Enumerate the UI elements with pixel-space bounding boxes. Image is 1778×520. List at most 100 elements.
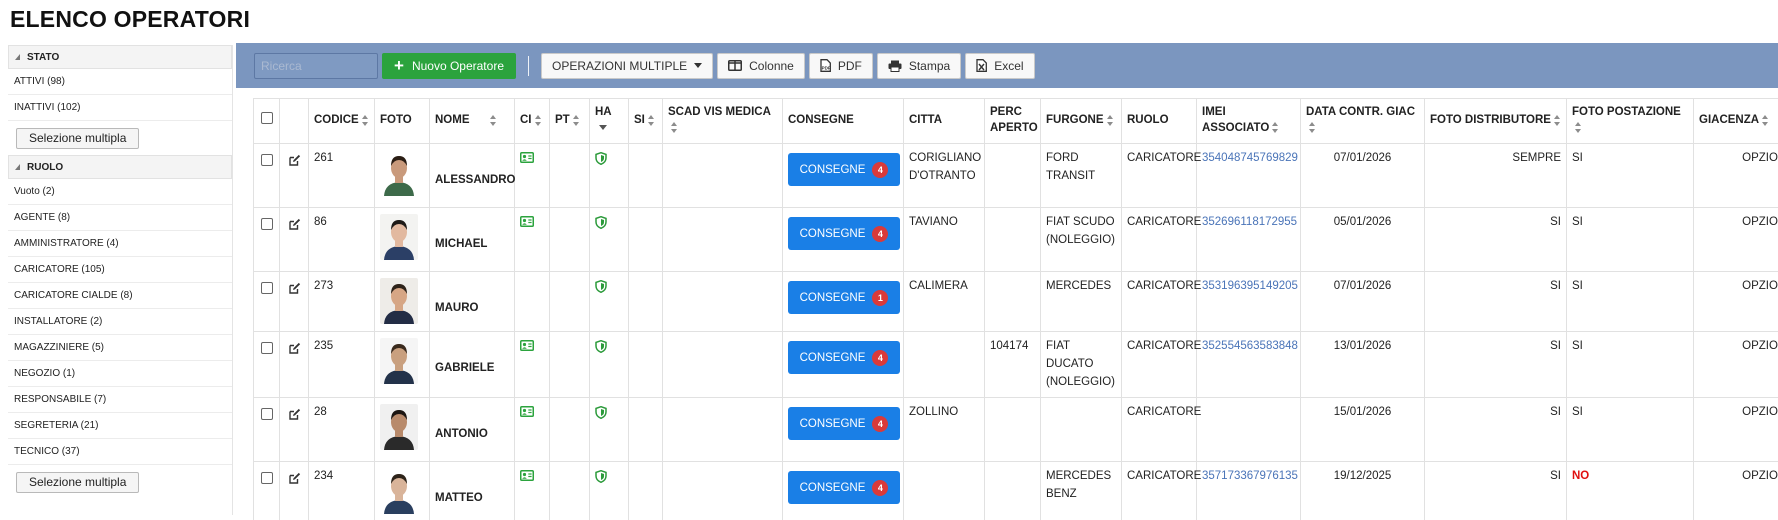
id-card-icon[interactable] bbox=[520, 340, 534, 358]
sort-icon[interactable] bbox=[572, 114, 580, 126]
sort-icon[interactable] bbox=[361, 114, 369, 126]
sort-desc-icon[interactable] bbox=[599, 125, 607, 131]
header-ci[interactable]: CI bbox=[514, 98, 550, 144]
imei-link[interactable]: 354048745769829 bbox=[1202, 152, 1298, 164]
columns-button[interactable]: Colonne bbox=[717, 52, 805, 79]
select-all-checkbox[interactable] bbox=[261, 112, 273, 125]
ruolo-multi-select-button[interactable]: Selezione multipla bbox=[16, 471, 140, 493]
row-checkbox[interactable] bbox=[261, 282, 273, 294]
shield-icon[interactable] bbox=[595, 470, 607, 490]
search-input[interactable] bbox=[254, 52, 378, 79]
operator-photo[interactable] bbox=[380, 468, 418, 515]
shield-icon[interactable] bbox=[595, 279, 607, 300]
table-row[interactable]: 235 GABRIELE CONSEGNE 4 104174 FIAT DUCATO (NO… bbox=[253, 330, 1778, 399]
stato-multi-select-button[interactable]: Selezione multipla bbox=[16, 127, 140, 149]
header-imei[interactable]: IMEI ASSOCIATO bbox=[1196, 98, 1301, 144]
filter-item-tecnico[interactable]: TECNICO (37) bbox=[8, 439, 232, 465]
id-card-icon[interactable] bbox=[520, 152, 534, 170]
table-row[interactable]: 28 ANTONIO CONSEGNE 4 ZOLLINO CARICATORE 15/01… bbox=[253, 397, 1778, 463]
filter-item-responsabile[interactable]: RESPONSABILE (7) bbox=[8, 387, 232, 413]
consegne-button[interactable]: CONSEGNE 1 bbox=[788, 281, 900, 314]
filter-item-segreteria[interactable]: SEGRETERIA (21) bbox=[8, 413, 232, 439]
imei-link[interactable]: 352696118172955 bbox=[1202, 216, 1297, 228]
multi-ops-dropdown[interactable]: OPERAZIONI MULTIPLE bbox=[541, 52, 714, 79]
sort-icon[interactable] bbox=[1575, 122, 1582, 134]
shield-icon[interactable] bbox=[595, 339, 607, 360]
ruolo-header[interactable]: RUOLO bbox=[8, 155, 232, 179]
filter-item-inattivi[interactable]: INATTIVI (102) bbox=[8, 95, 232, 121]
header-select-all[interactable] bbox=[253, 98, 280, 144]
table-row[interactable]: 273 MAURO CONSEGNE 1 CALIMERA MERCEDES CARICAT… bbox=[253, 271, 1778, 332]
pdf-button[interactable]: PDF PDF bbox=[808, 52, 873, 79]
operator-photo[interactable] bbox=[380, 214, 418, 260]
consegne-button[interactable]: CONSEGNE 4 bbox=[788, 407, 900, 441]
sort-icon[interactable] bbox=[1553, 114, 1561, 126]
imei-link[interactable]: 352554563583848 bbox=[1202, 340, 1298, 352]
shield-icon[interactable] bbox=[595, 215, 607, 236]
header-data[interactable]: DATA CONTR. GIAC bbox=[1300, 98, 1425, 144]
header-nome[interactable]: NOME bbox=[429, 98, 515, 144]
filter-item-negozio[interactable]: NEGOZIO (1) bbox=[8, 361, 232, 387]
filter-item-magazziniere[interactable]: MAGAZZINIERE (5) bbox=[8, 335, 232, 361]
table-row[interactable]: 234 MATTEO CONSEGNE 4 MERCEDES BENZ CARICATORE… bbox=[253, 461, 1778, 520]
edit-icon[interactable] bbox=[288, 342, 301, 362]
toolbar-divider bbox=[528, 55, 529, 76]
sort-icon[interactable] bbox=[647, 114, 655, 126]
sort-icon[interactable] bbox=[1762, 114, 1769, 126]
filter-item-installatore[interactable]: INSTALLATORE (2) bbox=[8, 309, 232, 335]
stato-header[interactable]: STATO bbox=[8, 45, 232, 69]
header-pt[interactable]: PT bbox=[549, 98, 590, 144]
sort-icon[interactable] bbox=[534, 114, 542, 126]
edit-icon[interactable] bbox=[288, 218, 301, 238]
edit-icon[interactable] bbox=[288, 282, 301, 302]
filter-item-vuoto[interactable]: Vuoto (2) bbox=[8, 179, 232, 205]
shield-icon[interactable] bbox=[595, 406, 607, 426]
sort-icon[interactable] bbox=[1272, 122, 1279, 134]
header-furgone[interactable]: FURGONE bbox=[1040, 98, 1122, 144]
id-card-icon[interactable] bbox=[520, 470, 534, 488]
imei-link[interactable]: 353196395149205 bbox=[1202, 280, 1298, 292]
header-foto-distr[interactable]: FOTO DISTRIBUTORE bbox=[1424, 98, 1567, 144]
imei-link[interactable]: 357173367976135 bbox=[1202, 470, 1298, 482]
filter-item-caricatore-cialde[interactable]: CARICATORE CIALDE (8) bbox=[8, 283, 232, 309]
sort-icon[interactable] bbox=[1106, 114, 1114, 126]
table-row[interactable]: 86 MICHAEL CONSEGNE 4 TAVIANO FIAT SCUDO (NOLE… bbox=[253, 207, 1778, 272]
sort-icon[interactable] bbox=[1309, 122, 1316, 134]
sort-icon[interactable] bbox=[489, 114, 497, 126]
consegne-button[interactable]: CONSEGNE 4 bbox=[788, 153, 900, 186]
consegne-button[interactable]: CONSEGNE 4 bbox=[788, 217, 900, 250]
new-operator-button[interactable]: + Nuovo Operatore bbox=[382, 52, 516, 79]
shield-icon[interactable] bbox=[595, 151, 607, 172]
filter-item-caricatore[interactable]: CARICATORE (105) bbox=[8, 257, 232, 283]
operator-photo[interactable] bbox=[380, 338, 418, 384]
filter-item-attivi[interactable]: ATTIVI (98) bbox=[8, 69, 232, 95]
row-checkbox[interactable] bbox=[261, 408, 273, 421]
header-foto-post[interactable]: FOTO POSTAZIONE bbox=[1566, 98, 1694, 144]
filter-item-amministratore[interactable]: AMMINISTRATORE (4) bbox=[8, 231, 232, 257]
row-checkbox[interactable] bbox=[261, 472, 273, 485]
id-card-icon[interactable] bbox=[520, 406, 534, 424]
consegne-button[interactable]: CONSEGNE 4 bbox=[788, 341, 900, 374]
header-ha[interactable]: HA bbox=[589, 98, 629, 144]
row-checkbox[interactable] bbox=[261, 154, 273, 166]
edit-icon[interactable] bbox=[288, 408, 301, 428]
sort-icon[interactable] bbox=[671, 122, 678, 134]
id-card-icon[interactable] bbox=[520, 216, 534, 234]
table-row[interactable]: 261 ALESSANDRO CONSEGNE 4 CORIGLIANO D'OTRAN… bbox=[253, 143, 1778, 208]
excel-button[interactable]: Excel bbox=[965, 52, 1035, 79]
header-scad[interactable]: SCAD VIS MEDICA bbox=[662, 98, 783, 144]
edit-icon[interactable] bbox=[288, 154, 301, 174]
filter-sidebar: STATO ATTIVI (98) INATTIVI (102) Selezio… bbox=[8, 45, 233, 515]
row-checkbox[interactable] bbox=[261, 342, 273, 354]
filter-item-agente[interactable]: AGENTE (8) bbox=[8, 205, 232, 231]
row-checkbox[interactable] bbox=[261, 218, 273, 230]
consegne-button[interactable]: CONSEGNE 4 bbox=[788, 471, 900, 505]
print-button[interactable]: Stampa bbox=[876, 52, 962, 79]
operator-photo[interactable] bbox=[380, 404, 418, 451]
header-si[interactable]: SI bbox=[628, 98, 663, 144]
operator-photo[interactable] bbox=[380, 278, 418, 324]
header-codice[interactable]: CODICE bbox=[308, 98, 375, 144]
header-giacenza[interactable]: GIACENZA bbox=[1693, 98, 1778, 144]
operator-photo[interactable] bbox=[380, 150, 418, 196]
edit-icon[interactable] bbox=[288, 472, 301, 492]
